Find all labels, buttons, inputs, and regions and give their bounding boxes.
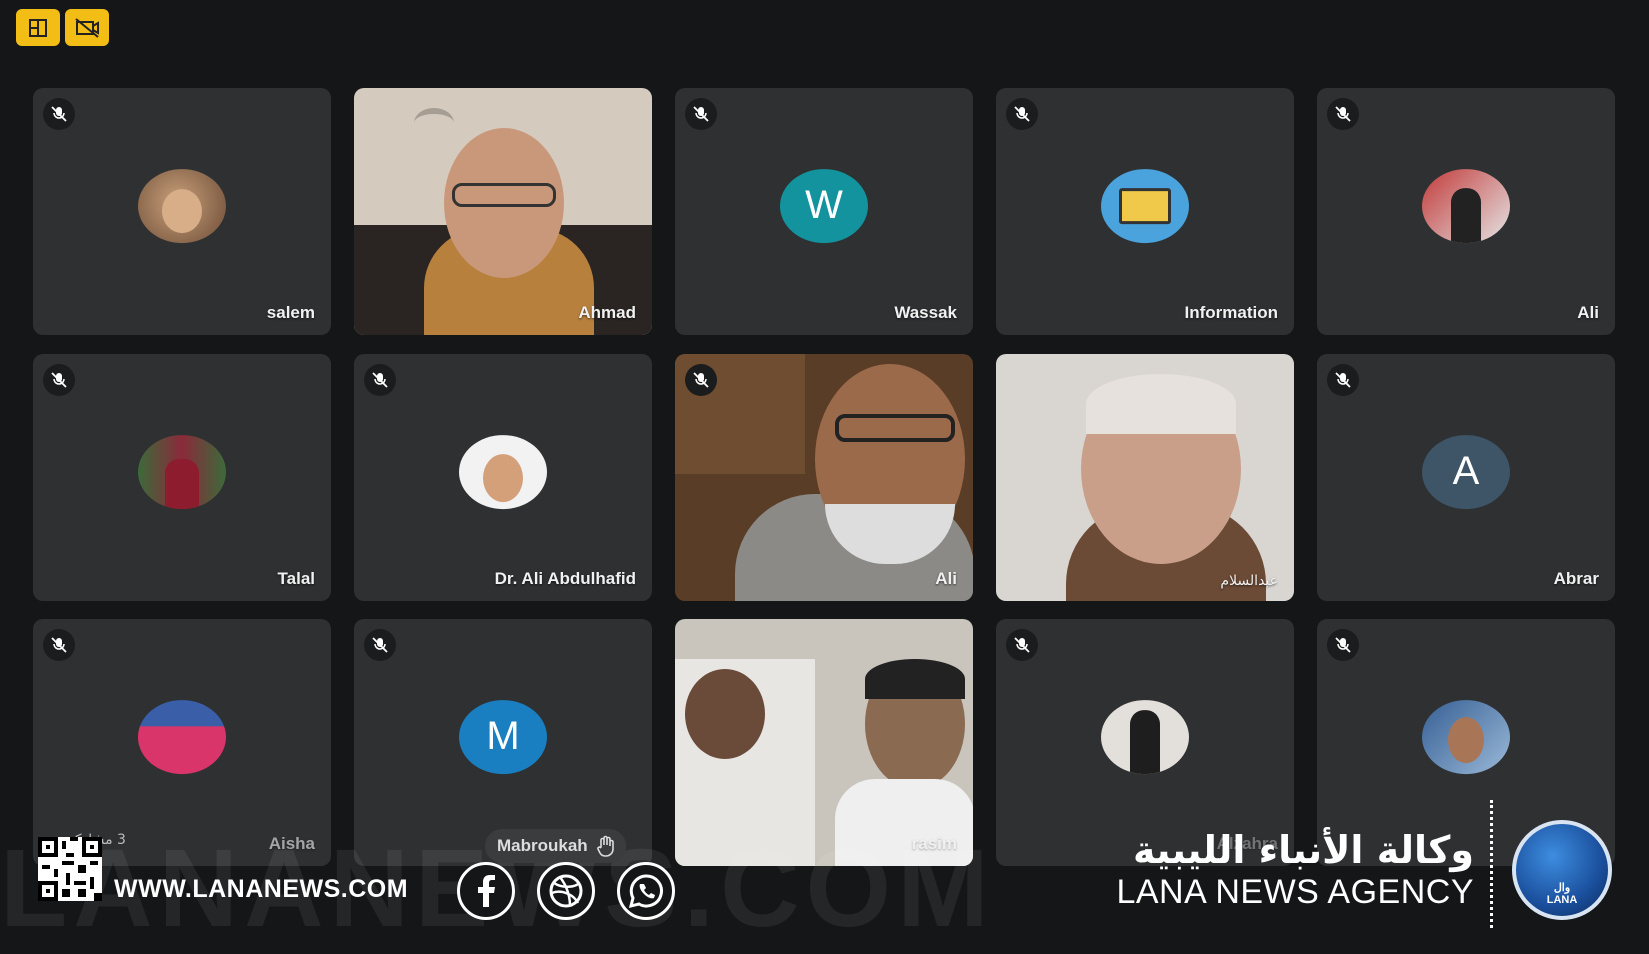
mic-off-icon — [364, 629, 396, 661]
layout-icon — [29, 18, 47, 37]
lana-logo: وال LANA — [1512, 820, 1612, 920]
avatar — [1101, 168, 1189, 243]
mic-off-icon — [43, 629, 75, 661]
participant-tile-information[interactable]: Information — [996, 88, 1294, 335]
participant-name: Wassak — [894, 303, 957, 322]
mic-off-icon — [1006, 98, 1038, 130]
avatar — [1422, 699, 1510, 774]
hide-video-icon — [75, 17, 99, 38]
raised-hand-icon — [596, 835, 614, 857]
facebook-icon — [478, 875, 495, 907]
participant-name: Mabroukah — [497, 836, 588, 855]
mic-off-icon — [1327, 98, 1359, 130]
divider — [1490, 800, 1493, 928]
participant-name: Talal — [277, 569, 315, 588]
participant-name: Dr. Ali Abdulhafid — [494, 569, 636, 588]
participant-tile-ali[interactable]: Ali — [1317, 88, 1615, 335]
participant-name: salem — [266, 303, 315, 322]
mic-off-icon — [1327, 629, 1359, 661]
avatar — [138, 434, 226, 509]
dribbble-button[interactable] — [537, 862, 595, 920]
participant-tile-talal[interactable]: Talal — [33, 354, 331, 601]
avatar — [138, 699, 226, 774]
participant-name: Ali — [1577, 303, 1599, 322]
letter-avatar: A — [1422, 434, 1510, 509]
mic-off-icon — [1327, 364, 1359, 396]
agency-name-arabic: وكالة الأنباء الليبية — [1133, 828, 1474, 872]
facebook-button[interactable] — [457, 862, 515, 920]
whatsapp-icon — [628, 874, 663, 909]
avatar — [1422, 168, 1510, 243]
qr-code — [38, 837, 102, 901]
avatar — [459, 434, 547, 509]
website-url[interactable]: WWW.LANANEWS.COM — [114, 875, 408, 904]
participant-tile-salem[interactable]: salem — [33, 88, 331, 335]
agency-name-english: LANA NEWS AGENCY — [1116, 873, 1474, 911]
participant-tile-abrar[interactable]: A Abrar — [1317, 354, 1615, 601]
mic-off-icon — [1006, 629, 1038, 661]
participant-name: عبدالسلام — [1220, 573, 1278, 589]
video-feed — [354, 88, 652, 335]
mic-off-icon — [685, 364, 717, 396]
layout-button[interactable] — [16, 9, 60, 46]
participant-tile-dr-ali-abdulhafid[interactable]: Dr. Ali Abdulhafid — [354, 354, 652, 601]
participant-name: Ali — [935, 569, 957, 588]
letter-avatar: M — [459, 699, 547, 774]
avatar — [1101, 699, 1189, 774]
participant-name: Ahmad — [578, 303, 636, 322]
participant-tile-ali-video[interactable]: Ali — [675, 354, 973, 601]
participant-name: Abrar — [1553, 569, 1599, 588]
participant-tile-wassak[interactable]: W Wassak — [675, 88, 973, 335]
participant-tile-abdulsalam[interactable]: عبدالسلام — [996, 354, 1294, 601]
video-feed — [675, 354, 973, 601]
hide-video-button[interactable] — [65, 9, 109, 46]
dribbble-icon — [549, 874, 583, 908]
mic-off-icon — [364, 364, 396, 396]
video-feed — [996, 354, 1294, 601]
participant-name: Information — [1184, 303, 1279, 322]
participant-tile-ahmad[interactable]: Ahmad — [354, 88, 652, 335]
avatar — [138, 168, 226, 243]
mic-off-icon — [43, 364, 75, 396]
whatsapp-button[interactable] — [617, 862, 675, 920]
raised-hand-chip[interactable]: Mabroukah — [485, 829, 626, 863]
mic-off-icon — [685, 98, 717, 130]
mic-off-icon — [43, 98, 75, 130]
letter-avatar: W — [780, 168, 868, 243]
